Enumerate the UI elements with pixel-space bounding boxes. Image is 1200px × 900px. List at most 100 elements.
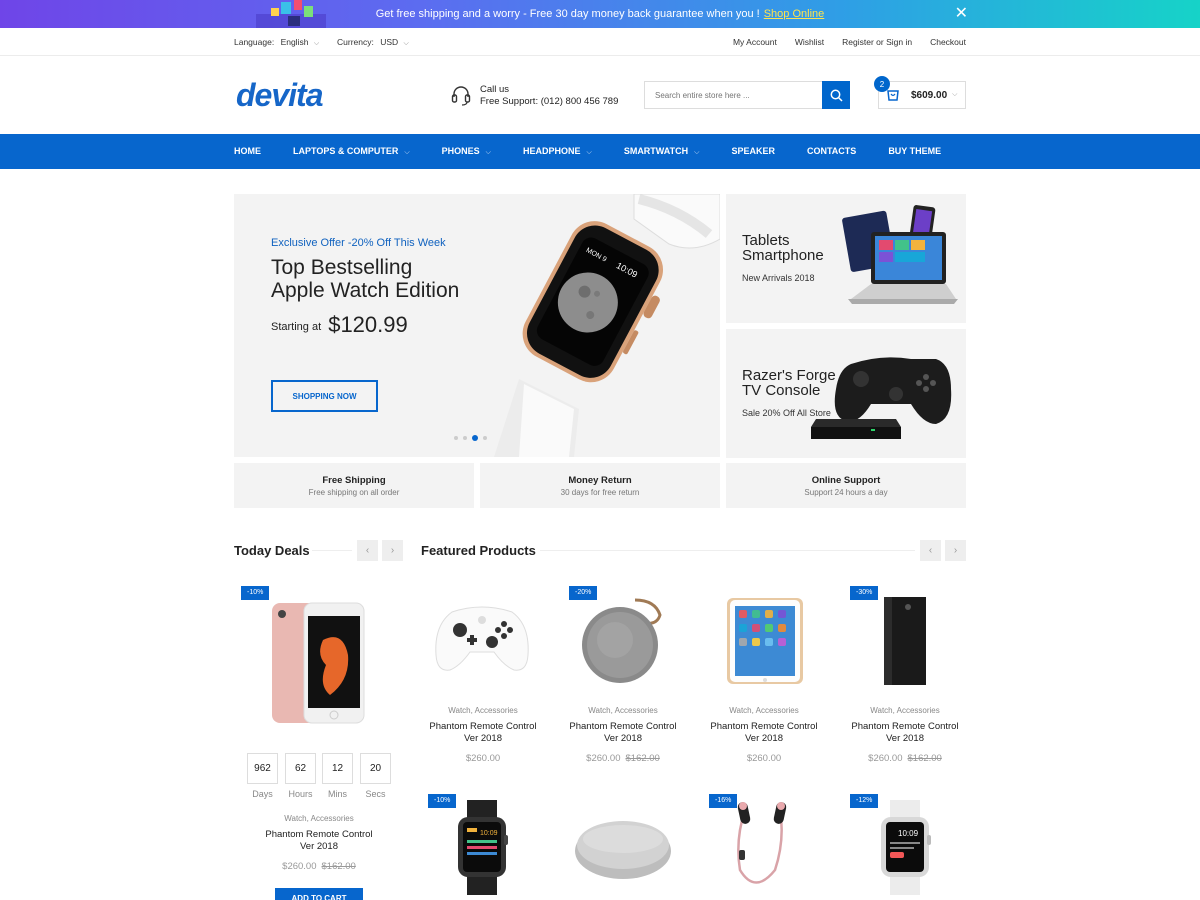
feature-free-shipping: Free Shipping Free shipping on all order	[234, 463, 474, 508]
today-deals-next-button[interactable]: ›	[382, 540, 403, 561]
tablet-image[interactable]	[725, 596, 805, 686]
language-selector[interactable]: Language: English ⌵	[234, 37, 319, 48]
slider-dot[interactable]	[483, 436, 487, 440]
xbox-controller-image[interactable]	[432, 600, 532, 680]
feature-title: Online Support	[811, 475, 881, 486]
product-price: $260.00 $162.00	[586, 753, 660, 764]
slider-dot-active[interactable]	[472, 435, 478, 441]
featured-next-button[interactable]: ›	[945, 540, 966, 561]
wishlist-link[interactable]: Wishlist	[795, 37, 824, 47]
nav-item-contacts[interactable]: CONTACTS	[807, 134, 856, 169]
chevron-down-icon: ⌵	[403, 40, 409, 47]
desktop-tower-image[interactable]	[880, 595, 930, 687]
nav-item-speaker[interactable]: SPEAKER	[731, 134, 775, 169]
game-controller-image	[811, 357, 952, 439]
hero-slider: Exclusive Offer -20% Off This Week Top B…	[234, 194, 720, 457]
laptop-tablet-image	[842, 205, 958, 304]
product-name[interactable]: Phantom Remote Control Ver 2018	[234, 829, 404, 852]
banner-subtitle: New Arrivals 2018	[742, 273, 815, 283]
site-logo[interactable]: devita	[234, 80, 364, 110]
product-category[interactable]: Watch, Accessories	[702, 706, 826, 715]
chevron-left-icon: ‹	[928, 545, 933, 556]
nav-item-buy-theme[interactable]: BUY THEME	[888, 134, 941, 169]
close-icon[interactable]: ✕	[955, 6, 968, 22]
apple-watch-image: MON 9 10:09	[494, 194, 720, 457]
bluetooth-speaker-image[interactable]	[575, 595, 670, 685]
chevron-right-icon: ›	[953, 545, 958, 556]
product-name[interactable]: Phantom Remote Control Ver 2018	[843, 721, 967, 744]
old-price: $162.00	[625, 753, 660, 764]
hero-starting-price: Starting at $120.99	[271, 312, 408, 338]
chevron-down-icon: ⌵	[313, 40, 320, 47]
nav-item-laptops[interactable]: LAPTOPS & COMPUTER ⌵	[293, 134, 410, 169]
old-price: $162.00	[907, 753, 942, 764]
promo-bar: Get free shipping and a worry - Free 30 …	[0, 0, 1200, 28]
fabric-speaker-image[interactable]	[572, 815, 674, 881]
search-input[interactable]	[644, 81, 822, 109]
feature-online-support: Online Support Support 24 hours a day	[726, 463, 966, 508]
countdown-label: Mins	[327, 789, 347, 799]
product-name[interactable]: Phantom Remote Control Ver 2018	[561, 721, 685, 744]
hero-title-line: Top Bestselling	[271, 256, 413, 279]
currency-selector[interactable]: Currency: USD ⌵	[337, 37, 409, 48]
logo-text: devita	[236, 80, 323, 110]
hero-offer-text: Exclusive Offer -20% Off This Week	[271, 237, 446, 249]
register-signin-link[interactable]: Register or Sign in	[842, 37, 912, 47]
nav-label: SPEAKER	[731, 146, 775, 156]
mini-cart[interactable]: 2 $609.00 ⌵	[874, 76, 966, 109]
product-price: $260.00	[465, 753, 501, 764]
nav-label: BUY THEME	[888, 146, 942, 156]
earphones-image[interactable]	[725, 800, 805, 895]
shopping-now-button[interactable]: SHOPPING NOW	[271, 380, 378, 412]
chevron-right-icon: ›	[390, 545, 395, 556]
product-name[interactable]: Phantom Remote Control Ver 2018	[421, 721, 545, 744]
language-value: English	[280, 37, 309, 47]
chevron-down-icon: ⌵	[485, 149, 491, 156]
iphone-image[interactable]	[268, 600, 368, 726]
promo-text: Get free shipping and a worry - Free 30 …	[375, 8, 760, 20]
search-icon	[830, 89, 843, 102]
watch-time: 10:09	[898, 829, 919, 838]
call-support-number: Free Support: (012) 800 456 789	[480, 96, 619, 107]
nav-item-smartwatch[interactable]: SMARTWATCH ⌵	[624, 134, 700, 169]
search-button[interactable]	[822, 81, 850, 109]
smartwatch-white-image[interactable]: 10:09	[878, 800, 933, 895]
product-category[interactable]: Watch, Accessories	[843, 706, 967, 715]
utility-bar: Language: English ⌵ Currency: USD ⌵ My A…	[0, 28, 1200, 56]
featured-prev-button[interactable]: ‹	[920, 540, 941, 561]
product-category[interactable]: Watch, Accessories	[421, 706, 545, 715]
product-category[interactable]: Watch, Accessories	[561, 706, 685, 715]
product-name[interactable]: Phantom Remote Control Ver 2018	[702, 721, 826, 744]
hero-title-line: Apple Watch Edition	[271, 279, 460, 302]
slider-dot[interactable]	[463, 436, 467, 440]
banner-razer-console[interactable]: Razer's Forge TV Console Sale 20% Off All…	[726, 329, 966, 458]
slider-dot[interactable]	[454, 436, 458, 440]
language-label: Language:	[234, 37, 275, 47]
nav-label: HOME	[234, 146, 261, 156]
feature-money-return: Money Return 30 days for free return	[480, 463, 720, 508]
sale-badge: -10%	[428, 794, 457, 808]
checkout-link[interactable]: Checkout	[930, 37, 966, 47]
smartwatch-black-image[interactable]: 10:09	[455, 800, 510, 895]
nav-label: SMARTWATCH	[623, 146, 689, 156]
chevron-down-icon: ⌵	[694, 149, 700, 156]
chevron-down-icon: ⌵	[404, 149, 410, 156]
countdown-label: Secs	[365, 789, 386, 799]
countdown-hours: 62	[285, 753, 316, 784]
nav-item-home[interactable]: HOME	[234, 134, 261, 169]
product-price: $260.00 $162.00	[282, 861, 356, 872]
nav-item-phones[interactable]: PHONES ⌵	[442, 134, 491, 169]
promo-shop-link[interactable]: Shop Online	[764, 8, 825, 20]
shopping-bag-icon	[887, 90, 899, 101]
old-price: $162.00	[321, 861, 356, 872]
banner-tablets-smartphone[interactable]: Tablets Smartphone New Arrivals 2018	[726, 194, 966, 323]
product-price: $260.00	[746, 753, 782, 764]
my-account-link[interactable]: My Account	[733, 37, 777, 47]
countdown-label: Days	[252, 789, 273, 799]
product-category[interactable]: Watch, Accessories	[234, 814, 404, 823]
nav-item-headphone[interactable]: HEADPHONE ⌵	[523, 134, 592, 169]
hero-price: $120.99	[328, 312, 408, 337]
countdown-mins: 12	[322, 753, 353, 784]
today-deals-prev-button[interactable]: ‹	[357, 540, 378, 561]
add-to-cart-button[interactable]: ADD TO CART	[275, 888, 363, 900]
